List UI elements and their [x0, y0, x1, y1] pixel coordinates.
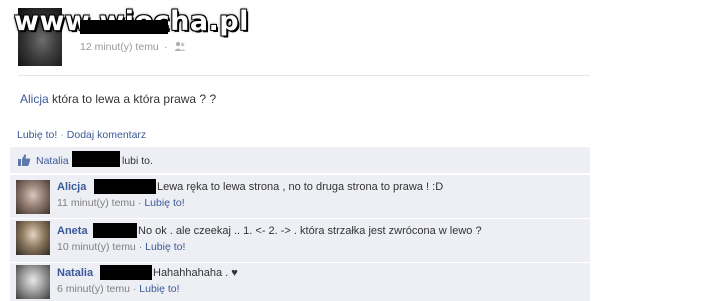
post-timestamp[interactable]: 12 minut(y) temu [80, 41, 159, 53]
comment-meta: 11 minut(y) temu · Lubię to! [57, 197, 185, 209]
comment-avatar[interactable] [16, 265, 50, 299]
post-meta-separator: · [164, 41, 168, 53]
comment-like-link[interactable]: Lubię to! [145, 241, 185, 253]
like-post-link[interactable]: Lubię to! [17, 129, 57, 141]
comment-like-link[interactable]: Lubię to! [144, 197, 184, 209]
comment-meta: 10 minut(y) temu · Lubię to! [57, 241, 185, 253]
comment-like-link[interactable]: Lubię to! [139, 283, 179, 295]
comment-meta: 6 minut(y) temu · Lubię to! [57, 283, 180, 295]
comment-text: No ok . ale czeekaj .. 1. <- 2. -> . któ… [138, 225, 482, 237]
meta-separator: · [137, 197, 142, 209]
likes-name-link[interactable]: Natalia [36, 155, 69, 167]
comment-text: Hahahhahaha . ♥ [153, 267, 238, 279]
thumbs-up-icon [18, 154, 31, 166]
post-actions: Lubię to! · Dodaj komentarz [17, 129, 146, 141]
post-text: która to lewa a która prawa ? ? [52, 92, 217, 106]
comment-author[interactable]: Alicja [57, 181, 86, 193]
header-divider [18, 75, 590, 76]
redacted-commenter-surname [100, 265, 152, 280]
friends-privacy-icon[interactable] [174, 41, 186, 52]
comment-avatar[interactable] [16, 221, 50, 255]
add-comment-link[interactable]: Dodaj komentarz [67, 129, 146, 141]
comment-author[interactable]: Aneta [57, 225, 88, 237]
comment-text: Lewa ręka to lewa strona , no to druga s… [157, 181, 444, 193]
comment-timestamp[interactable]: 10 minut(y) temu [57, 241, 136, 253]
comment-item [10, 262, 590, 301]
actions-separator: · [60, 129, 64, 141]
meta-separator: · [132, 283, 137, 295]
redacted-liker-surname [72, 151, 120, 167]
post-author-link[interactable]: Alicja [20, 92, 49, 106]
meta-separator: · [138, 241, 143, 253]
likes-suffix: lubi to. [122, 155, 153, 167]
comment-avatar[interactable] [16, 180, 50, 214]
post-body: Alicja która to lewa a która prawa ? ? [20, 92, 216, 106]
comment-timestamp[interactable]: 11 minut(y) temu [57, 197, 135, 209]
redacted-commenter-surname [93, 223, 137, 238]
comment-author[interactable]: Natalia [57, 267, 93, 279]
redacted-author-name [80, 20, 168, 34]
redacted-commenter-surname [94, 179, 156, 194]
comment-timestamp[interactable]: 6 minut(y) temu [57, 283, 130, 295]
